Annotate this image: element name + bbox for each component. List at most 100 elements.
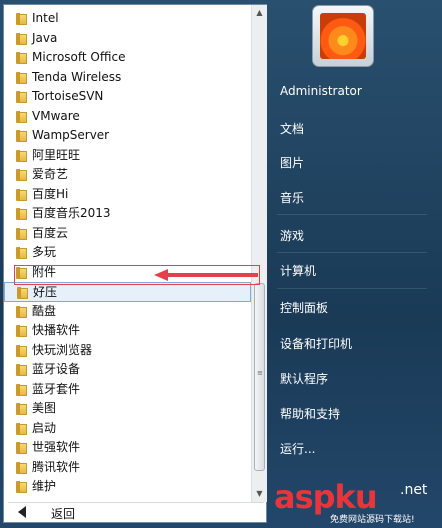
pictures-link[interactable]: 图片 xyxy=(280,154,304,171)
folder-label: 腾讯软件 xyxy=(32,459,81,474)
folder-icon xyxy=(16,169,27,181)
program-folder-maintenance[interactable]: 维护 xyxy=(4,477,251,497)
program-folder-qvod[interactable]: 快播软件 xyxy=(4,321,251,341)
folder-icon xyxy=(16,208,27,220)
folder-icon xyxy=(16,442,27,454)
folder-icon xyxy=(16,227,27,240)
folder-label: Tenda Wireless xyxy=(32,69,122,84)
back-label: 返回 xyxy=(51,507,76,521)
folder-label: 百度云 xyxy=(32,225,69,240)
devices-printers-link[interactable]: 设备和打印机 xyxy=(280,335,352,352)
program-folder-tortoisesvn[interactable]: TortoiseSVN xyxy=(4,87,251,107)
folder-icon xyxy=(16,383,27,396)
flower-picture-icon xyxy=(320,13,366,59)
scroll-down-arrow-icon[interactable]: ▼ xyxy=(252,486,267,502)
program-folder-startup[interactable]: 启动 xyxy=(4,419,251,439)
program-folder-wampserver[interactable]: WampServer xyxy=(4,126,251,146)
programs-scrollbar[interactable]: ▲ ≡ ▼ xyxy=(251,5,267,502)
program-folder-vmware[interactable]: VMware xyxy=(4,107,251,127)
annotation-arrow-icon xyxy=(154,269,258,281)
divider xyxy=(8,502,264,503)
program-folder-bluetooth-suite[interactable]: 蓝牙套件 xyxy=(4,380,251,400)
watermark-brand: aspku xyxy=(274,478,378,516)
folder-label: 美图 xyxy=(32,401,57,415)
separator xyxy=(277,252,427,253)
program-folder-microsoft-office[interactable]: Microsoft Office xyxy=(4,48,251,68)
folder-label: 快玩浏览器 xyxy=(32,342,93,357)
folder-label: 维护 xyxy=(32,479,57,493)
folder-icon xyxy=(16,188,27,201)
folder-icon xyxy=(16,422,27,435)
program-folder-duowan[interactable]: 多玩 xyxy=(4,243,251,263)
folder-label: WampServer xyxy=(32,128,110,142)
default-programs-link[interactable]: 默认程序 xyxy=(280,370,328,387)
folder-label: 酷盘 xyxy=(32,303,57,318)
grip-icon: ≡ xyxy=(257,369,263,377)
folder-label: Intel xyxy=(32,11,59,25)
site-watermark: aspku .net 免费网站源码下载站! xyxy=(274,478,442,528)
control-panel-link[interactable]: 控制面板 xyxy=(280,299,328,316)
folder-icon xyxy=(16,110,27,123)
program-folder-aliwangwang[interactable]: 阿里旺旺 xyxy=(4,146,251,166)
computer-link[interactable]: 计算机 xyxy=(280,262,316,279)
folder-label: 快播软件 xyxy=(32,323,81,337)
separator xyxy=(277,214,427,215)
user-avatar[interactable] xyxy=(312,5,374,67)
program-folder-meitu[interactable]: 美图 xyxy=(4,399,251,419)
scroll-up-arrow-icon[interactable]: ▲ xyxy=(252,5,267,21)
folder-icon xyxy=(16,149,27,162)
folder-label: VMware xyxy=(32,108,80,123)
run-link[interactable]: 运行... xyxy=(280,440,315,457)
scrollbar-thumb[interactable]: ≡ xyxy=(254,283,265,471)
folder-icon xyxy=(16,130,27,142)
folder-icon xyxy=(16,91,27,103)
folder-label: 百度Hi xyxy=(32,186,69,201)
programs-list: Intel Java Microsoft Office Tenda Wirele… xyxy=(4,5,251,502)
program-folder-baidu-music[interactable]: 百度音乐2013 xyxy=(4,204,251,224)
folder-icon xyxy=(16,305,27,318)
folder-label: 爱奇艺 xyxy=(32,167,69,181)
watermark-subtitle: 免费网站源码下载站! xyxy=(330,515,415,525)
program-folder-iqiyi[interactable]: 爱奇艺 xyxy=(4,165,251,185)
folder-label: TortoiseSVN xyxy=(32,89,104,103)
help-support-link[interactable]: 帮助和支持 xyxy=(280,405,340,422)
program-folder-shiqiang[interactable]: 世强软件 xyxy=(4,438,251,458)
watermark-suffix: .net xyxy=(400,482,428,498)
music-link[interactable]: 音乐 xyxy=(280,189,304,206)
program-folder-bluetooth-devices[interactable]: 蓝牙设备 xyxy=(4,360,251,380)
folder-icon xyxy=(16,344,27,357)
program-folder-baidu-hi[interactable]: 百度Hi xyxy=(4,185,251,205)
folder-label: 蓝牙套件 xyxy=(32,381,81,396)
folder-label: 百度音乐2013 xyxy=(32,206,111,220)
program-folder-baidu-cloud[interactable]: 百度云 xyxy=(4,224,251,244)
folder-icon xyxy=(16,52,27,64)
program-folder-intel[interactable]: Intel xyxy=(4,9,251,29)
program-folder-tenda-wireless[interactable]: Tenda Wireless xyxy=(4,68,251,88)
folder-icon xyxy=(16,481,27,493)
documents-link[interactable]: 文档 xyxy=(280,120,304,137)
folder-icon xyxy=(16,461,27,474)
folder-label: 世强软件 xyxy=(32,440,81,454)
folder-icon xyxy=(17,287,28,299)
folder-icon xyxy=(16,247,27,259)
folder-icon xyxy=(16,13,27,25)
user-name-link[interactable]: Administrator xyxy=(280,84,362,98)
all-programs-panel: Intel Java Microsoft Office Tenda Wirele… xyxy=(3,4,267,523)
program-folder-kupan[interactable]: 酷盘 xyxy=(4,302,251,322)
program-folder-java[interactable]: Java xyxy=(4,29,251,49)
folder-label: 好压 xyxy=(33,285,58,299)
folder-icon xyxy=(16,71,27,84)
folder-icon xyxy=(16,32,27,45)
folder-label: 阿里旺旺 xyxy=(32,147,81,162)
folder-label: Java xyxy=(32,30,58,45)
program-folder-kuaiwan-browser[interactable]: 快玩浏览器 xyxy=(4,341,251,361)
folder-label: 启动 xyxy=(32,420,57,435)
back-arrow-icon xyxy=(18,506,26,518)
folder-label: 多玩 xyxy=(32,245,57,259)
games-link[interactable]: 游戏 xyxy=(280,227,304,244)
separator xyxy=(277,288,427,289)
back-button[interactable]: 返回 xyxy=(4,504,266,522)
program-folder-tencent[interactable]: 腾讯软件 xyxy=(4,458,251,478)
folder-label: Microsoft Office xyxy=(32,50,126,64)
folder-icon xyxy=(16,325,27,337)
